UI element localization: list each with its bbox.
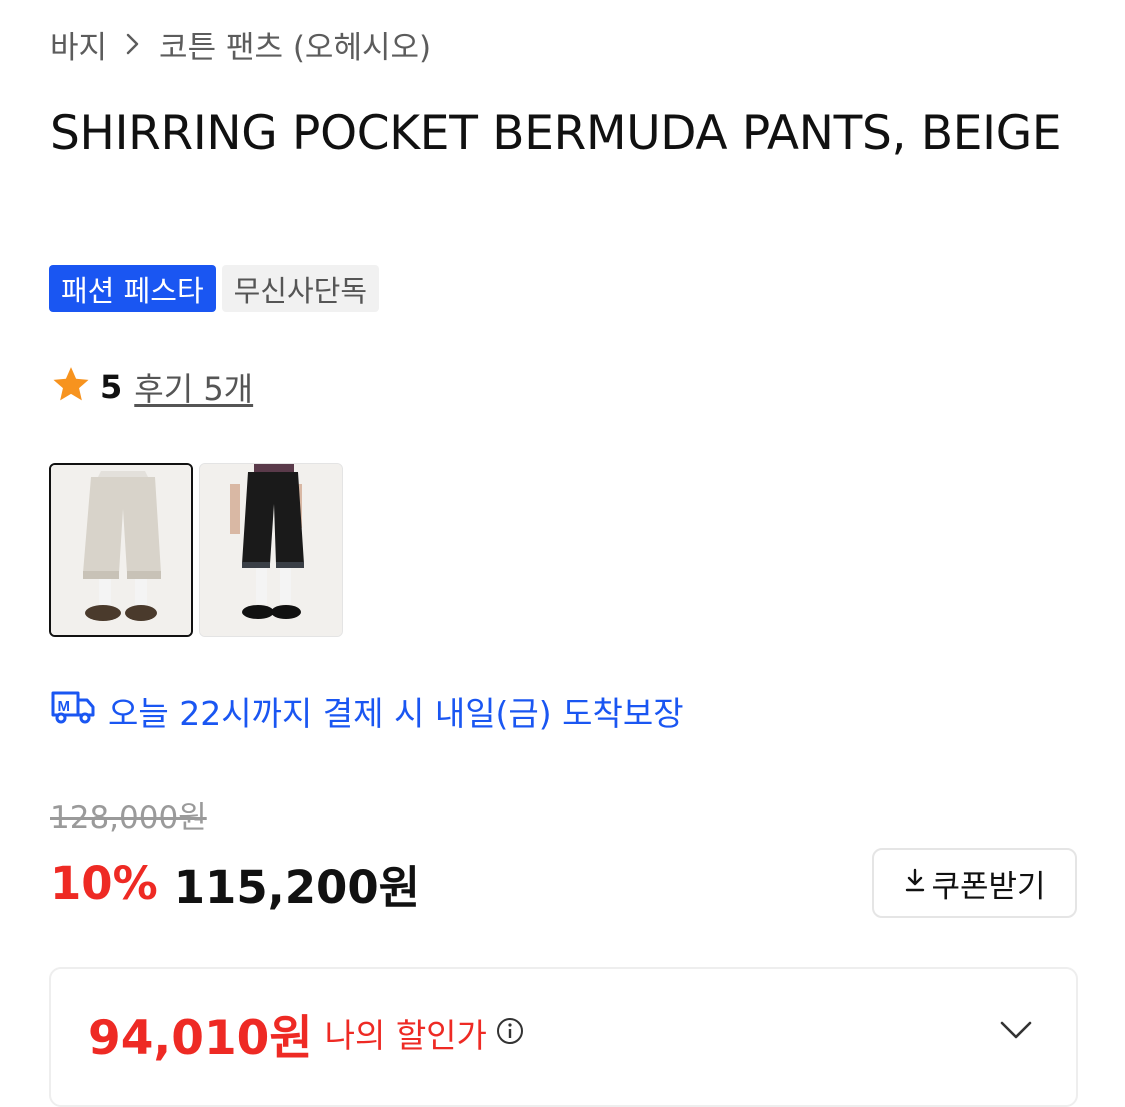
discount-rate: 10% [50, 856, 158, 910]
rating: 5 후기 5개 [50, 364, 253, 410]
rating-score: 5 [100, 368, 123, 406]
price-row: 10% 115,200원 [50, 852, 420, 914]
thumbnail-black[interactable] [199, 463, 343, 637]
breadcrumb: 바지 코튼 팬츠 (오헤시오) [50, 22, 431, 66]
thumbnail-beige[interactable] [49, 463, 193, 637]
delivery-truck-icon: M [50, 688, 108, 734]
coupon-download-button[interactable]: 쿠폰받기 [872, 848, 1077, 918]
breadcrumb-item-pants[interactable]: 바지 [50, 22, 107, 67]
product-title: SHIRRING POCKET BERMUDA PANTS, BEIGE [50, 106, 1062, 161]
delivery-guarantee: M 오늘 22시까지 결제 시 내일(금) 도착보장 [50, 688, 684, 734]
my-price-row: 94,010원 나의 할인가 [88, 1000, 525, 1066]
my-price-label: 나의 할인가 [324, 1016, 487, 1055]
badge-group: 패션 페스타 무신사단독 [49, 265, 380, 312]
review-count-link[interactable]: 후기 5개 [134, 364, 253, 410]
download-icon [903, 865, 931, 901]
my-price-amount: 94,010원 [88, 1010, 313, 1066]
chevron-down-icon[interactable] [998, 1018, 1034, 1046]
fashion-festa-badge: 패션 페스타 [49, 265, 216, 312]
svg-text:M: M [58, 698, 71, 715]
breadcrumb-item-category[interactable]: 코튼 팬츠 (오헤시오) [159, 22, 431, 67]
delivery-text: 오늘 22시까지 결제 시 내일(금) 도착보장 [108, 694, 684, 733]
black-pants-image [200, 464, 342, 636]
star-icon [50, 364, 92, 410]
exclusive-badge: 무신사단독 [221, 265, 380, 312]
chevron-right-icon [125, 33, 141, 55]
coupon-label: 쿠폰받기 [931, 868, 1046, 905]
info-icon[interactable] [495, 1016, 525, 1050]
original-price: 128,000원 [50, 800, 207, 836]
sale-price: 115,200원 [173, 860, 421, 914]
beige-pants-image [51, 465, 191, 635]
